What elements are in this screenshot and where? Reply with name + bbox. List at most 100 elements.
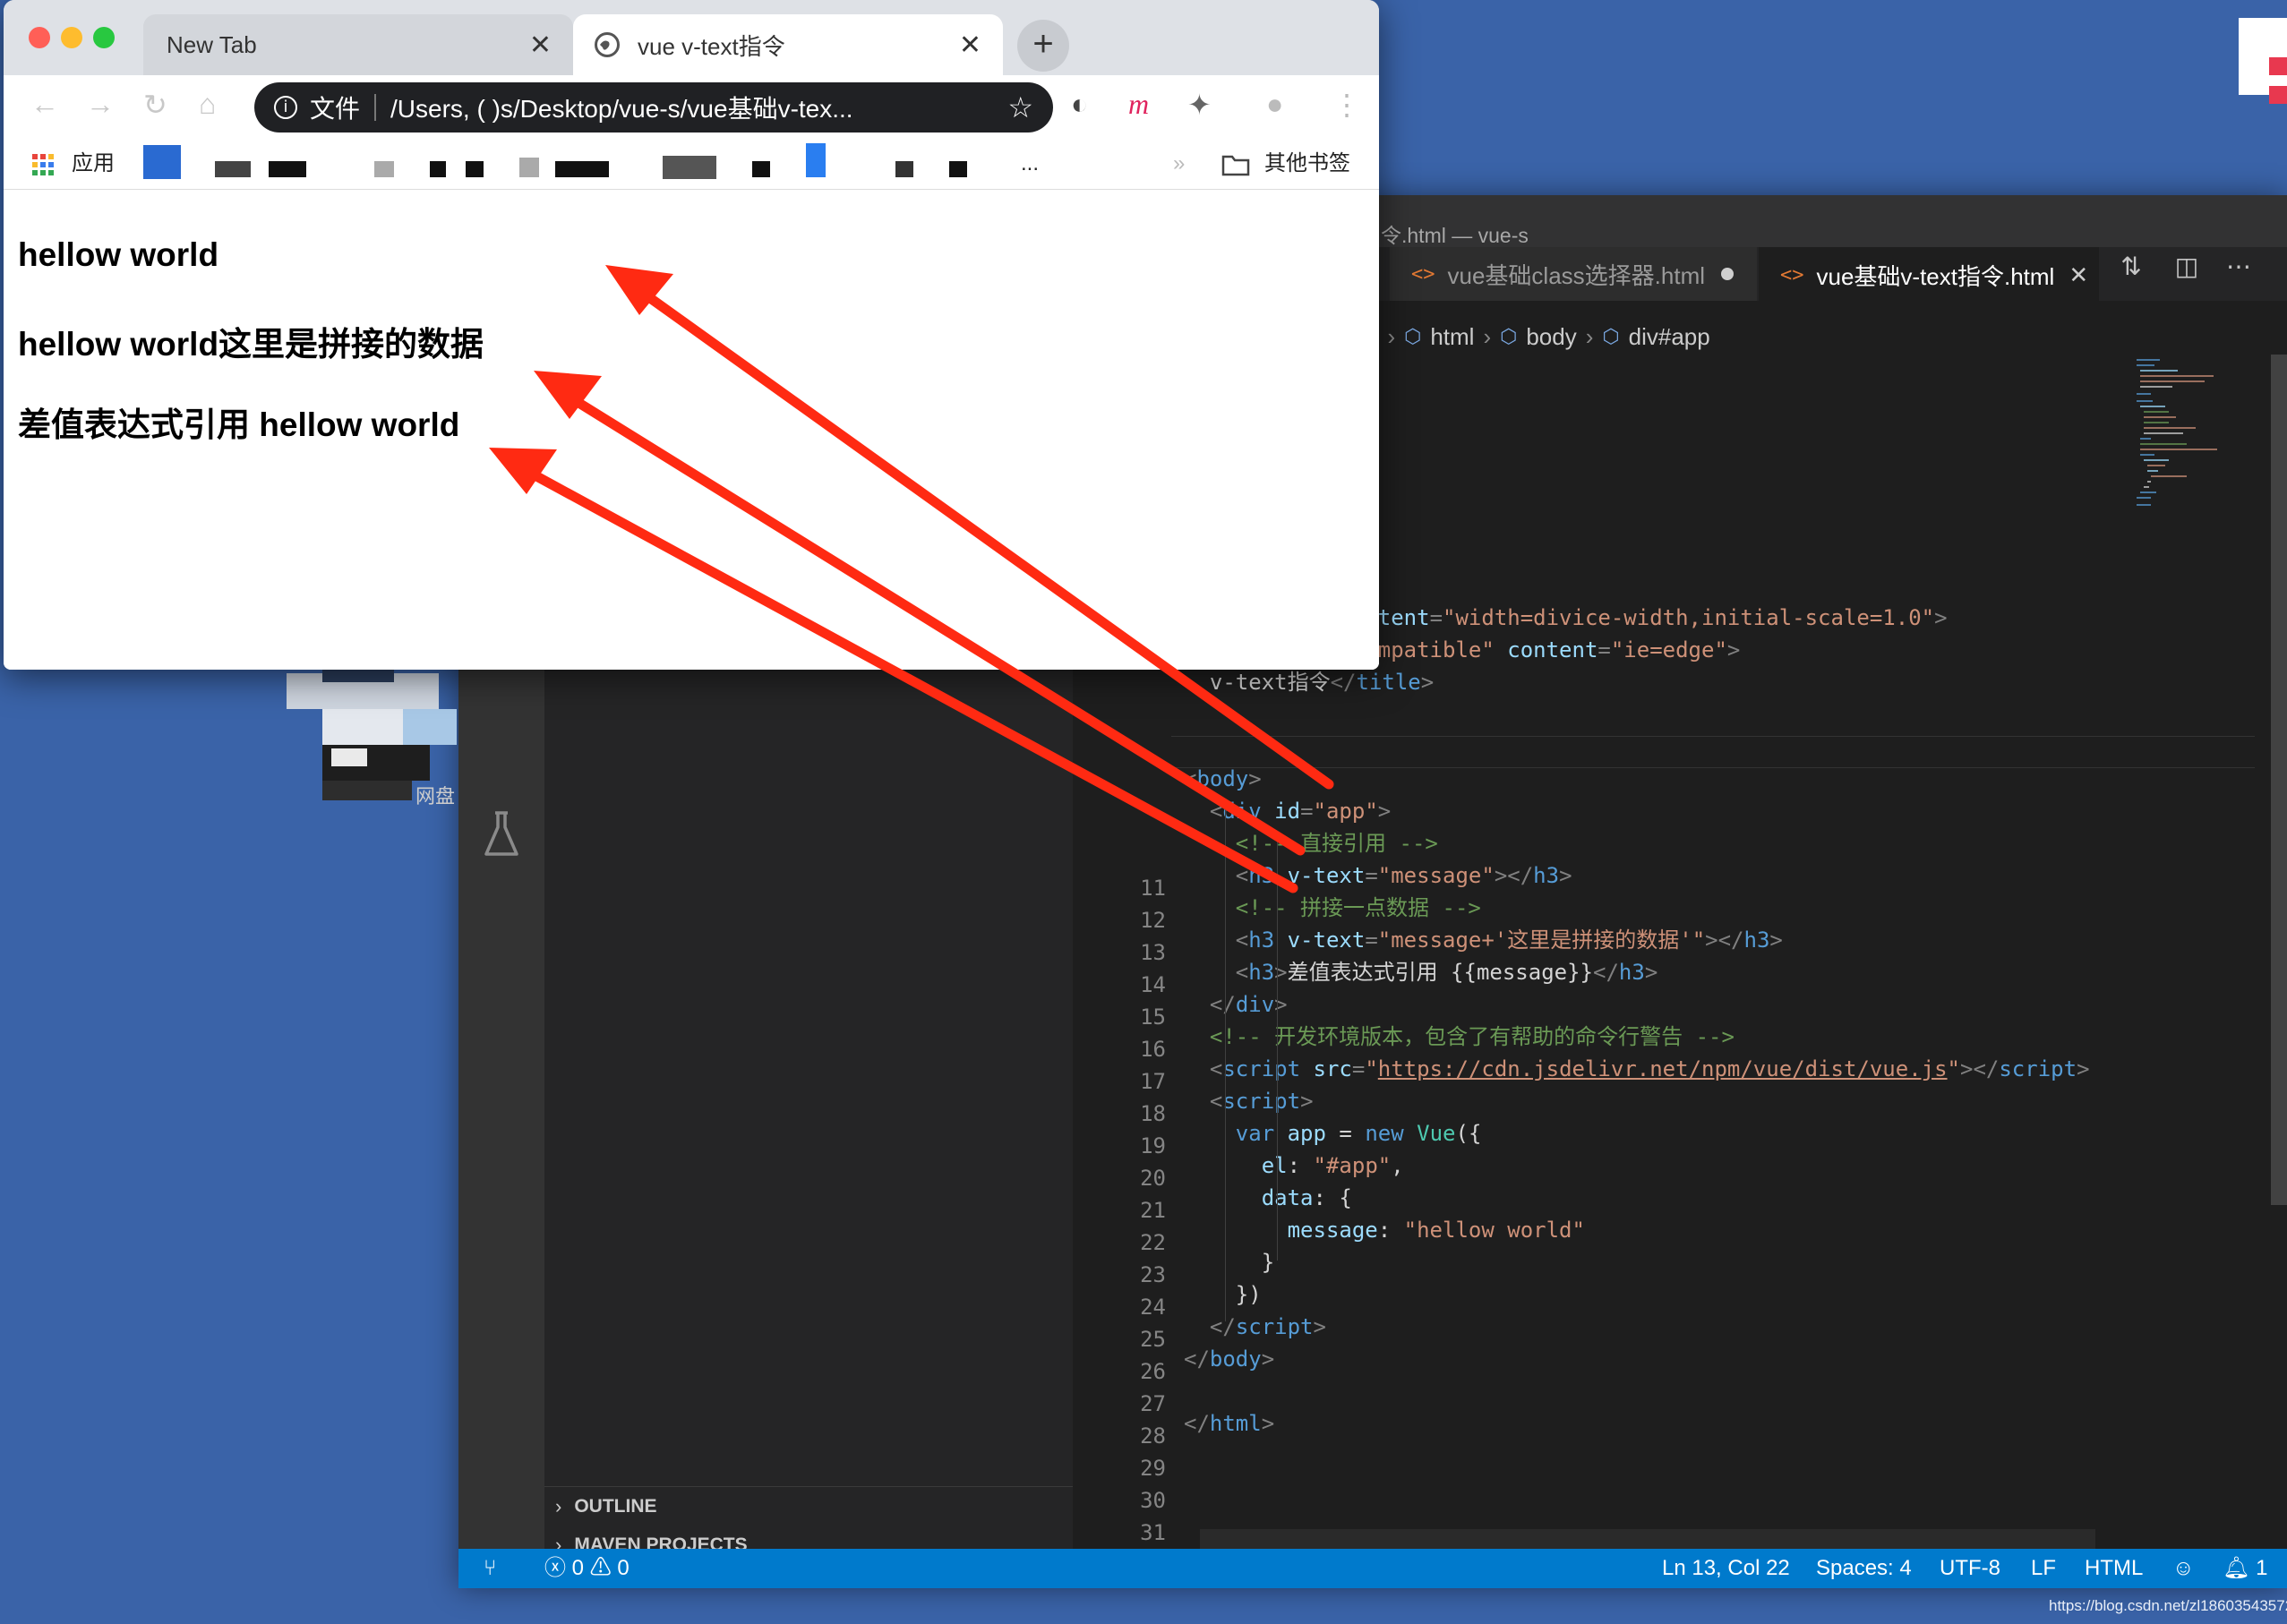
redacted-bookmark[interactable] — [215, 161, 251, 177]
interpolation-heading: 差值表达式引用 hellow world — [18, 406, 460, 443]
code-token: "width=divice-width,initial-scale=1.0" — [1443, 605, 1935, 630]
code-line[interactable]: </body> — [1184, 1343, 1274, 1375]
folder-icon[interactable] — [663, 156, 716, 179]
code-line[interactable]: </div> — [1184, 988, 1288, 1021]
close-tab-icon[interactable]: ✕ — [959, 30, 981, 61]
bookmark-favicon-icon[interactable] — [806, 143, 826, 177]
redacted-bookmark[interactable] — [269, 161, 306, 177]
code-line[interactable]: <!-- 开发环境版本，包含了有帮助的命令行警告 --> — [1184, 1021, 1735, 1053]
bookmark-favicon-icon[interactable] — [143, 145, 181, 179]
code-token: "#app" — [1313, 1153, 1392, 1178]
code-token: = — [1325, 1121, 1366, 1146]
redacted-bookmark[interactable] — [519, 158, 539, 177]
home-icon[interactable]: ⌂ — [199, 88, 216, 121]
indentation[interactable]: Spaces: 4 — [1816, 1549, 1912, 1588]
redacted-bookmark[interactable] — [555, 161, 609, 177]
extension-leaf-icon[interactable]: ◐ — [1071, 88, 1088, 121]
code-line[interactable]: <script> — [1184, 1085, 1314, 1117]
minimap[interactable] — [2133, 355, 2223, 659]
breadcrumb-item[interactable]: html — [1430, 323, 1474, 351]
forward-arrow-icon[interactable]: → — [86, 88, 115, 121]
code-line[interactable]: <h3 v-text="message+'这里是拼接的数据'"></h3> — [1184, 924, 1783, 956]
code-line[interactable]: <body> — [1184, 763, 1262, 795]
reload-icon[interactable]: ↻ — [143, 88, 167, 122]
code-token: content — [1507, 637, 1598, 662]
encoding[interactable]: UTF-8 — [1940, 1549, 2000, 1588]
notifications-bell[interactable]: 🔔︎ 1 — [2223, 1549, 2268, 1588]
cursor-position[interactable]: Ln 13, Col 22 — [1662, 1549, 1790, 1588]
desktop-icon-netdisk[interactable]: 网盘 — [269, 664, 466, 825]
zoom-window-button[interactable] — [93, 27, 115, 48]
line-ending[interactable]: LF — [2031, 1549, 2056, 1588]
breadcrumb-item[interactable]: div#app — [1629, 323, 1710, 351]
horizontal-scrollbar[interactable] — [1200, 1529, 2095, 1549]
testing-flask-icon[interactable] — [478, 809, 525, 863]
site-info-icon[interactable]: i — [274, 96, 297, 119]
redacted-bookmark[interactable] — [949, 161, 967, 177]
back-arrow-icon[interactable]: ← — [30, 88, 59, 121]
line-number: 17 — [1140, 1069, 1166, 1094]
other-bookmarks[interactable]: 其他书签 — [1264, 138, 1350, 190]
split-editor-icon[interactable]: ◫ — [2169, 249, 2205, 285]
tab-vue-v-text[interactable]: vue v-text指令 ✕ — [573, 14, 1003, 75]
close-tab-icon[interactable]: ✕ — [2069, 261, 2088, 289]
minimize-window-button[interactable] — [61, 27, 82, 48]
new-tab-button[interactable]: + — [1017, 20, 1069, 72]
outline-section-header[interactable]: › OUTLINE — [544, 1486, 1073, 1526]
more-actions-icon[interactable]: ⋯ — [2221, 249, 2257, 285]
code-token: "ie=edge" — [1610, 637, 1727, 662]
menu-kebab-icon[interactable]: ⋮ — [1332, 88, 1361, 122]
source-control-icon[interactable]: ⑂ — [484, 1549, 496, 1588]
extension-m-icon[interactable]: m — [1128, 88, 1149, 121]
code-line[interactable]: el: "#app", — [1184, 1150, 1404, 1182]
compare-changes-icon[interactable]: ⇅ — [2113, 249, 2149, 285]
editor-tab-class-selector[interactable]: <> vue基础class选择器.html — [1390, 247, 1757, 301]
redacted-bookmark[interactable] — [374, 161, 394, 177]
apps-label[interactable]: 应用 — [72, 138, 115, 190]
code-token: app — [1287, 1121, 1326, 1146]
code-line[interactable]: } — [1184, 1246, 1274, 1278]
redacted-bookmark[interactable] — [895, 161, 913, 177]
editor-tab-v-text[interactable]: <> vue基础v-text指令.html ✕ — [1759, 247, 2099, 301]
code-token: html — [1209, 1411, 1262, 1436]
code-line[interactable]: <h3 v-text="message"></h3> — [1184, 859, 1572, 892]
address-bar[interactable]: i 文件 /Users, ( )s/Desktop/vue-s/vue基础v-t… — [254, 82, 1053, 132]
close-window-button[interactable] — [29, 27, 50, 48]
code-line[interactable]: var app = new Vue({ — [1184, 1117, 1482, 1150]
redacted-bookmark[interactable] — [752, 161, 770, 177]
code-line[interactable]: <!-- 拼接一点数据 --> — [1184, 892, 1481, 924]
code-line[interactable]: <h3>差值表达式引用 {{message}}</h3> — [1184, 956, 1657, 988]
code-line[interactable]: }) — [1184, 1278, 1262, 1311]
code-line[interactable]: data: { — [1184, 1182, 1352, 1214]
breadcrumb-item[interactable]: body — [1526, 323, 1576, 351]
bookmark-star-icon[interactable]: ☆ — [1007, 90, 1033, 124]
vertical-scrollbar[interactable] — [2267, 355, 2287, 1554]
scrollbar-thumb[interactable] — [2271, 355, 2287, 1205]
extensions-puzzle-icon[interactable]: ✦ — [1187, 88, 1212, 122]
code-line[interactable]: <!-- 直接引用 --> — [1184, 827, 1438, 859]
redacted-bookmark[interactable] — [430, 161, 446, 177]
browser-toolbar: ← → ↻ ⌂ i 文件 /Users, ( )s/Desktop/vue-s/… — [4, 75, 1379, 138]
code-line[interactable]: <div id="app"> — [1184, 795, 1391, 827]
tab-new-tab[interactable]: New Tab ✕ — [143, 14, 573, 75]
line-number: 15 — [1140, 1004, 1166, 1030]
modified-dot-icon[interactable] — [1721, 268, 1734, 280]
code-line[interactable]: v-text指令</title> — [1184, 666, 1434, 698]
problems-indicator[interactable]: ⓧ 0 ⚠ 0 — [544, 1549, 630, 1588]
apps-grid-icon[interactable] — [32, 138, 54, 190]
bookmark-overflow[interactable]: ... — [1021, 138, 1039, 190]
redacted-bookmark[interactable] — [466, 161, 484, 177]
bookmarks-chevron[interactable]: » — [1173, 138, 1185, 190]
code-line[interactable]: message: "hellow world" — [1184, 1214, 1585, 1246]
language-mode[interactable]: HTML — [2085, 1549, 2143, 1588]
code-line[interactable]: </html> — [1184, 1407, 1274, 1440]
desktop-widget-icon[interactable] — [2239, 18, 2287, 104]
folder-icon[interactable] — [1221, 138, 1250, 190]
code-line[interactable]: <script src="https://cdn.jsdelivr.net/np… — [1184, 1053, 2090, 1085]
feedback-smiley-icon[interactable]: ☺ — [2172, 1549, 2195, 1588]
close-tab-icon[interactable]: ✕ — [529, 30, 552, 61]
code-line[interactable]: </script> — [1184, 1311, 1326, 1343]
profile-avatar-icon[interactable]: ● — [1266, 88, 1283, 121]
